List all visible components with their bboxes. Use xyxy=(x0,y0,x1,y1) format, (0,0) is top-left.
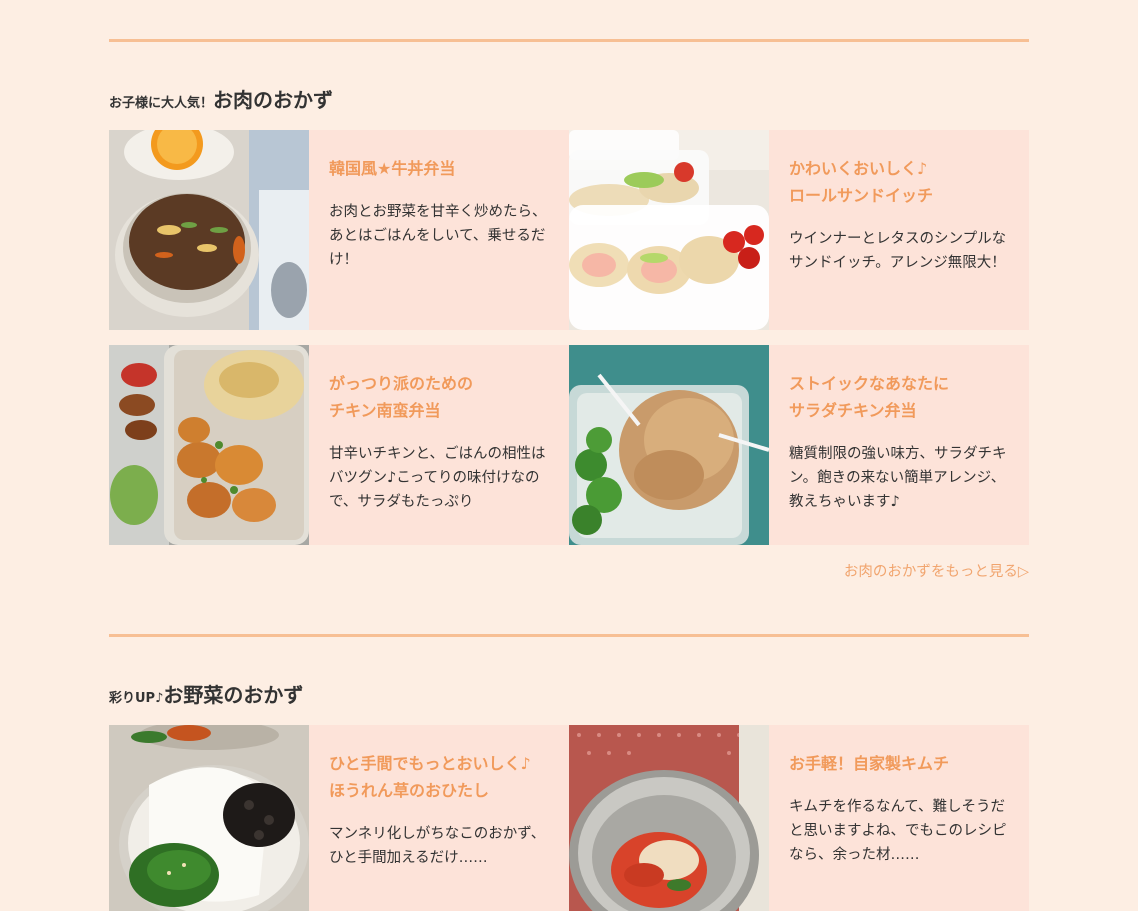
chicken-nanban-photo xyxy=(109,345,309,545)
recipe-card-body: かわいくおいしく♪ ロールサンドイッチ ウインナーとレタスのシンプルなサンドイッ… xyxy=(769,130,1029,330)
recipe-card-body: ストイックなあなたに サラダチキン弁当 糖質制限の強い味方、サラダチキン。飽きの… xyxy=(769,345,1029,545)
recipe-card-text: 甘辛いチキンと、ごはんの相性はバツグン♪こってりの味付けなので、サラダもたっぷり xyxy=(329,446,546,510)
section-divider xyxy=(109,39,1029,42)
roll-sandwich-photo xyxy=(569,130,769,330)
recipe-card-title: ストイックなあなたに サラダチキン弁当 xyxy=(789,374,950,420)
more-meat-link[interactable]: お肉のおかずをもっと見る▷ xyxy=(109,560,1029,581)
recipe-card[interactable]: ストイックなあなたに サラダチキン弁当 糖質制限の強い味方、サラダチキン。飽きの… xyxy=(569,345,1029,545)
section-title-vegetable: 彩りUP♪お野菜のおかず xyxy=(109,680,1029,708)
recipe-card-text: 糖質制限の強い味方、サラダチキン。飽きの来ない簡単アレンジ、教えちゃいます♪ xyxy=(789,446,1007,510)
recipe-card-title: かわいくおいしく♪ ロールサンドイッチ xyxy=(789,159,934,205)
recipe-card-title: がっつり派のための チキン南蛮弁当 xyxy=(329,374,474,420)
section-divider xyxy=(109,634,1029,637)
section-title-big: お肉のおかず xyxy=(213,88,334,112)
recipe-card-body: ひと手間でもっとおいしく♪ ほうれん草のおひたし マンネリ化しがちなこのおかず、… xyxy=(309,725,569,911)
recipe-card-text: キムチを作るなんて、難しそうだと思いますよね、でもこのレシピなら、余った材…… xyxy=(789,799,1007,863)
recipe-card[interactable]: 韓国風★牛丼弁当 お肉とお野菜を甘辛く炒めたら、あとはごはんをしいて、乗せるだけ… xyxy=(109,130,569,330)
recipe-card-title: ひと手間でもっとおいしく♪ ほうれん草のおひたし xyxy=(329,754,531,800)
recipe-card[interactable]: かわいくおいしく♪ ロールサンドイッチ ウインナーとレタスのシンプルなサンドイッ… xyxy=(569,130,1029,330)
recipe-card[interactable]: がっつり派のための チキン南蛮弁当 甘辛いチキンと、ごはんの相性はバツグン♪こっ… xyxy=(109,345,569,545)
recipe-card-text: お肉とお野菜を甘辛く炒めたら、あとはごはんをしいて、乗せるだけ！ xyxy=(329,204,547,268)
salad-chicken-photo xyxy=(569,345,769,545)
recipe-card-body: お手軽！自家製キムチ キムチを作るなんて、難しそうだと思いますよね、でもこのレシ… xyxy=(769,725,1029,911)
section-title-small: 彩りUP♪ xyxy=(109,691,164,706)
recipe-card[interactable]: お手軽！自家製キムチ キムチを作るなんて、難しそうだと思いますよね、でもこのレシ… xyxy=(569,725,1029,911)
recipe-card-text: ウインナーとレタスのシンプルなサンドイッチ。アレンジ無限大！ xyxy=(789,231,1007,271)
recipe-card-body: がっつり派のための チキン南蛮弁当 甘辛いチキンと、ごはんの相性はバツグン♪こっ… xyxy=(309,345,569,545)
recipe-card[interactable]: ひと手間でもっとおいしく♪ ほうれん草のおひたし マンネリ化しがちなこのおかず、… xyxy=(109,725,569,911)
page: お子様に大人気！お肉のおかず 韓国風★牛丼弁当 お肉とお野菜を甘辛く炒めたら、あ… xyxy=(109,39,1029,911)
recipe-card-title: お手軽！自家製キムチ xyxy=(789,754,950,773)
recipe-grid-vegetable: ひと手間でもっとおいしく♪ ほうれん草のおひたし マンネリ化しがちなこのおかず、… xyxy=(109,725,1029,911)
recipe-card-body: 韓国風★牛丼弁当 お肉とお野菜を甘辛く炒めたら、あとはごはんをしいて、乗せるだけ… xyxy=(309,130,569,330)
section-title-big: お野菜のおかず xyxy=(163,683,304,707)
section-title-meat: お子様に大人気！お肉のおかず xyxy=(109,85,1029,113)
recipe-grid-meat: 韓国風★牛丼弁当 お肉とお野菜を甘辛く炒めたら、あとはごはんをしいて、乗せるだけ… xyxy=(109,130,1029,545)
spinach-ohitashi-photo xyxy=(109,725,309,911)
recipe-card-text: マンネリ化しがちなこのおかず、ひと手間加えるだけ…… xyxy=(329,826,546,866)
recipe-card-title: 韓国風★牛丼弁当 xyxy=(329,159,456,178)
section-title-small: お子様に大人気！ xyxy=(109,96,214,111)
bulgogi-bento-photo xyxy=(109,130,309,330)
kimchi-photo xyxy=(569,725,769,911)
